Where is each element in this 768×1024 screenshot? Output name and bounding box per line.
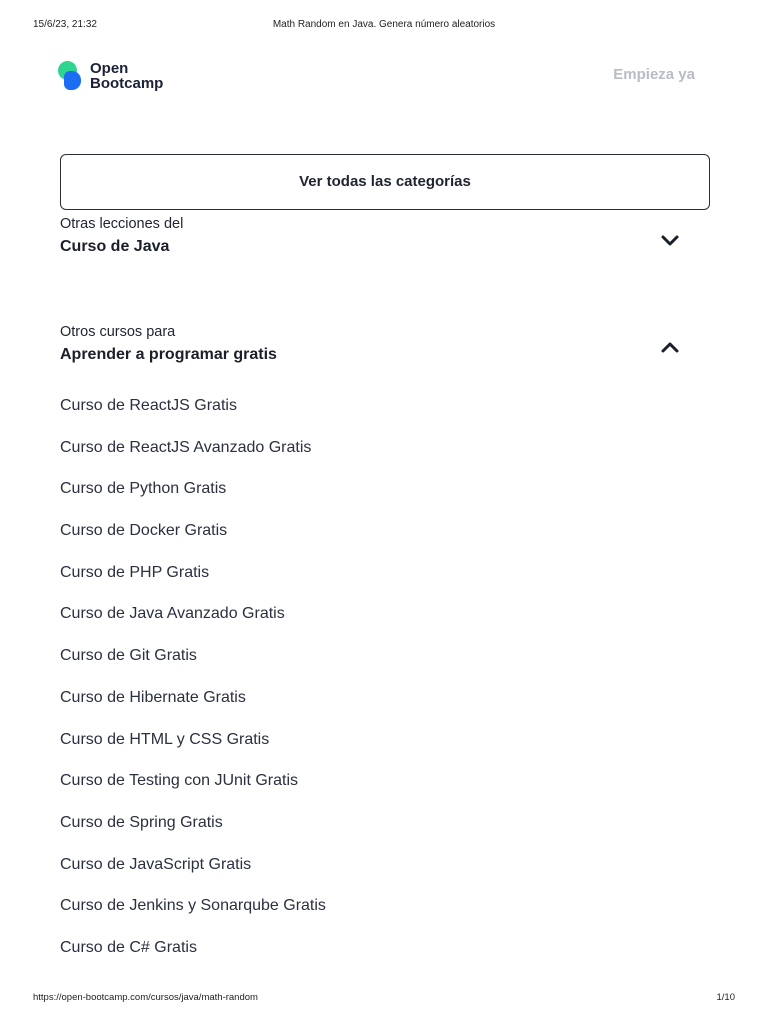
course-link-reactjs-advanced[interactable]: Curso de ReactJS Avanzado Gratis [60, 435, 660, 477]
print-footer: https://open-bootcamp.com/cursos/java/ma… [0, 992, 768, 1006]
course-link-docker[interactable]: Curso de Docker Gratis [60, 518, 660, 560]
other-lessons-title: Curso de Java [60, 238, 170, 255]
logo-line-2: Bootcamp [90, 75, 164, 92]
other-courses-pre: Otros cursos para [60, 324, 176, 340]
course-link-git[interactable]: Curso de Git Gratis [60, 643, 660, 685]
other-lessons-section[interactable]: Otras lecciones del Curso de Java [60, 216, 710, 276]
logo-line-1: Open [90, 60, 129, 77]
start-now-link[interactable]: Empieza ya [613, 66, 695, 83]
course-link-spring[interactable]: Curso de Spring Gratis [60, 810, 660, 852]
open-bootcamp-logo[interactable]: Open Bootcamp [58, 60, 163, 92]
course-link-java-advanced[interactable]: Curso de Java Avanzado Gratis [60, 601, 660, 643]
print-header: 15/6/23, 21:32 Math Random en Java. Gene… [0, 19, 768, 33]
print-page-count: 1/10 [716, 992, 736, 1003]
course-link-jenkins-sonarqube[interactable]: Curso de Jenkins y Sonarqube Gratis [60, 893, 660, 935]
logo-wordmark: Open Bootcamp [90, 61, 163, 91]
course-link-testing-junit[interactable]: Curso de Testing con JUnit Gratis [60, 768, 660, 810]
other-courses-section[interactable]: Otros cursos para Aprender a programar g… [60, 324, 710, 384]
course-link-python[interactable]: Curso de Python Gratis [60, 476, 660, 518]
other-lessons-pre: Otras lecciones del [60, 216, 184, 232]
logo-blue-shape [64, 71, 81, 90]
course-link-hibernate[interactable]: Curso de Hibernate Gratis [60, 685, 660, 727]
chevron-down-icon[interactable] [660, 234, 680, 248]
course-list: Curso de ReactJS Gratis Curso de ReactJS… [60, 393, 660, 977]
other-courses-title: Aprender a programar gratis [60, 346, 277, 363]
chevron-up-icon[interactable] [660, 340, 680, 354]
course-link-php[interactable]: Curso de PHP Gratis [60, 560, 660, 602]
logo-icon [58, 61, 84, 91]
course-link-javascript[interactable]: Curso de JavaScript Gratis [60, 852, 660, 894]
print-page-title: Math Random en Java. Genera número aleat… [272, 19, 496, 30]
print-url: https://open-bootcamp.com/cursos/java/ma… [33, 992, 258, 1003]
view-all-categories-button[interactable]: Ver todas las categorías [60, 154, 710, 210]
course-link-csharp[interactable]: Curso de C# Gratis [60, 935, 660, 977]
course-link-reactjs[interactable]: Curso de ReactJS Gratis [60, 393, 660, 435]
course-link-html-css[interactable]: Curso de HTML y CSS Gratis [60, 727, 660, 769]
